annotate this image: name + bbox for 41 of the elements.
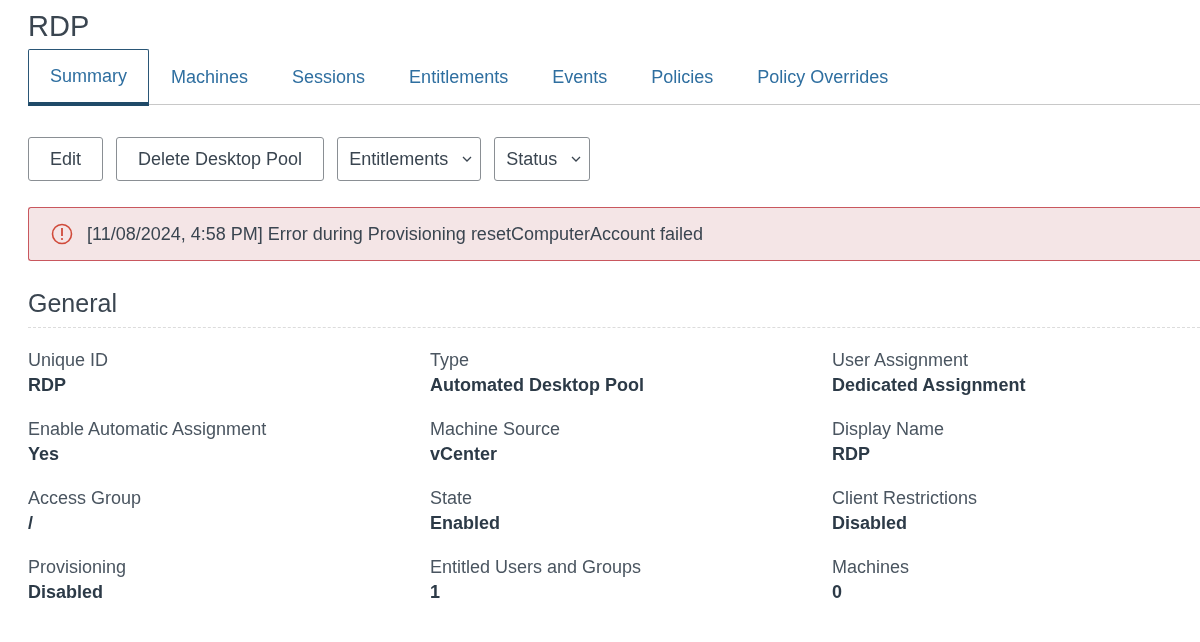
chevron-down-icon (571, 156, 582, 162)
tab[interactable]: Sessions (270, 49, 388, 105)
field-label: Machines (832, 556, 910, 579)
field-value: 0 (832, 581, 842, 604)
field-value: Disabled (832, 512, 908, 535)
field-label: Client Restrictions (832, 487, 978, 510)
chevron-down-icon (462, 156, 473, 162)
page-title: RDP (28, 9, 90, 44)
section-title: General (28, 288, 117, 319)
exclamation-circle-icon (51, 223, 73, 245)
field-label: Access Group (28, 487, 142, 510)
field-label: Enable Automatic Assignment (28, 418, 267, 441)
field-value: Enabled (430, 512, 500, 535)
field-label: User Assignment (832, 349, 969, 372)
field-value: / (28, 512, 33, 535)
field-label: Display Name (832, 418, 945, 441)
field-label: State (430, 487, 473, 510)
field-value: 1 (430, 581, 440, 604)
tab[interactable]: Summary (28, 49, 149, 106)
field-label: Entitled Users and Groups (430, 556, 642, 579)
tab[interactable]: Policies (629, 49, 736, 105)
field-value: Yes (28, 443, 60, 466)
tab[interactable]: Policy Overrides (735, 49, 911, 105)
tab[interactable]: Machines (149, 49, 271, 105)
field-value: Disabled (28, 581, 104, 604)
dropdown-button[interactable]: Entitlements (337, 137, 482, 181)
dropdown-button[interactable]: Status (494, 137, 591, 181)
field-label: Type (430, 349, 470, 372)
field-value: Dedicated Assignment (832, 374, 1026, 397)
toolbar-button[interactable]: Delete Desktop Pool (116, 137, 325, 181)
field-value: RDP (832, 443, 870, 466)
alert-message: [11/08/2024, 4:58 PM] Error during Provisioning resetComputerAccount failed (87, 222, 703, 246)
field-label: Machine Source (430, 418, 561, 441)
field-label: Unique ID (28, 349, 109, 372)
field-value: vCenter (430, 443, 498, 466)
tab[interactable]: Events (530, 49, 630, 105)
field-value: Automated Desktop Pool (430, 374, 644, 397)
field-label: Provisioning (28, 556, 127, 579)
field-value: RDP (28, 374, 66, 397)
toolbar-button[interactable]: Edit (28, 137, 104, 181)
tab[interactable]: Entitlements (387, 49, 531, 105)
